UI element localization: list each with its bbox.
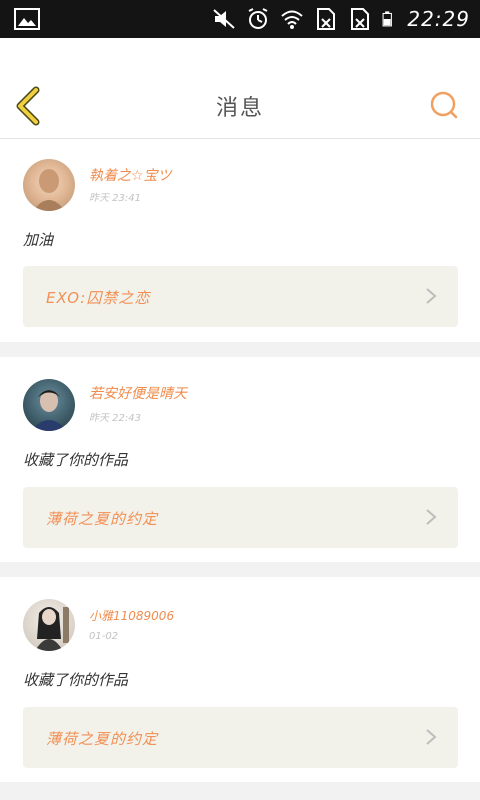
avatar[interactable]: [23, 599, 75, 651]
work-title: 薄荷之夏的约定: [46, 510, 159, 528]
no-sim-icon: [317, 8, 336, 30]
chevron-right-icon: [426, 509, 437, 525]
avatar[interactable]: [23, 159, 75, 211]
app-header: 消息: [0, 38, 480, 139]
status-time: 22:29: [407, 7, 470, 31]
battery-icon: [382, 11, 393, 27]
work-title: EXO:囚禁之恋: [46, 289, 151, 307]
message-card: 小雅11089006 01-02 收藏了你的作品 薄荷之夏的约定: [0, 577, 480, 782]
image-icon: [14, 8, 40, 30]
avatar[interactable]: [23, 379, 75, 431]
chevron-right-icon: [426, 729, 437, 745]
username[interactable]: 執着之☆宝ツ: [89, 165, 172, 185]
message-content: 加油: [23, 231, 54, 249]
username[interactable]: 若安好便是晴天: [89, 383, 187, 403]
username[interactable]: 小雅11089006: [89, 607, 174, 624]
alarm-icon: [248, 8, 268, 29]
work-reference-link[interactable]: 薄荷之夏的约定: [23, 707, 458, 768]
work-reference-link[interactable]: EXO:囚禁之恋: [23, 266, 458, 327]
wifi-icon: [281, 10, 304, 29]
mute-icon: [213, 9, 236, 29]
work-title: 薄荷之夏的约定: [46, 730, 159, 748]
message-card: 若安好便是晴天 昨天 22:43 收藏了你的作品 薄荷之夏的约定: [0, 357, 480, 562]
search-icon[interactable]: [428, 89, 460, 121]
message-time: 01-02: [89, 631, 119, 642]
message-content: 收藏了你的作品: [23, 671, 129, 689]
chevron-right-icon: [426, 288, 437, 304]
message-time: 昨天 23:41: [89, 193, 141, 204]
page-title: 消息: [215, 96, 264, 121]
status-bar: 22:29: [0, 0, 480, 38]
message-content: 收藏了你的作品: [23, 451, 129, 469]
message-card: 執着之☆宝ツ 昨天 23:41 加油 EXO:囚禁之恋: [0, 139, 480, 342]
no-sim-icon: [351, 8, 370, 30]
message-time: 昨天 22:43: [89, 413, 141, 424]
work-reference-link[interactable]: 薄荷之夏的约定: [23, 487, 458, 548]
